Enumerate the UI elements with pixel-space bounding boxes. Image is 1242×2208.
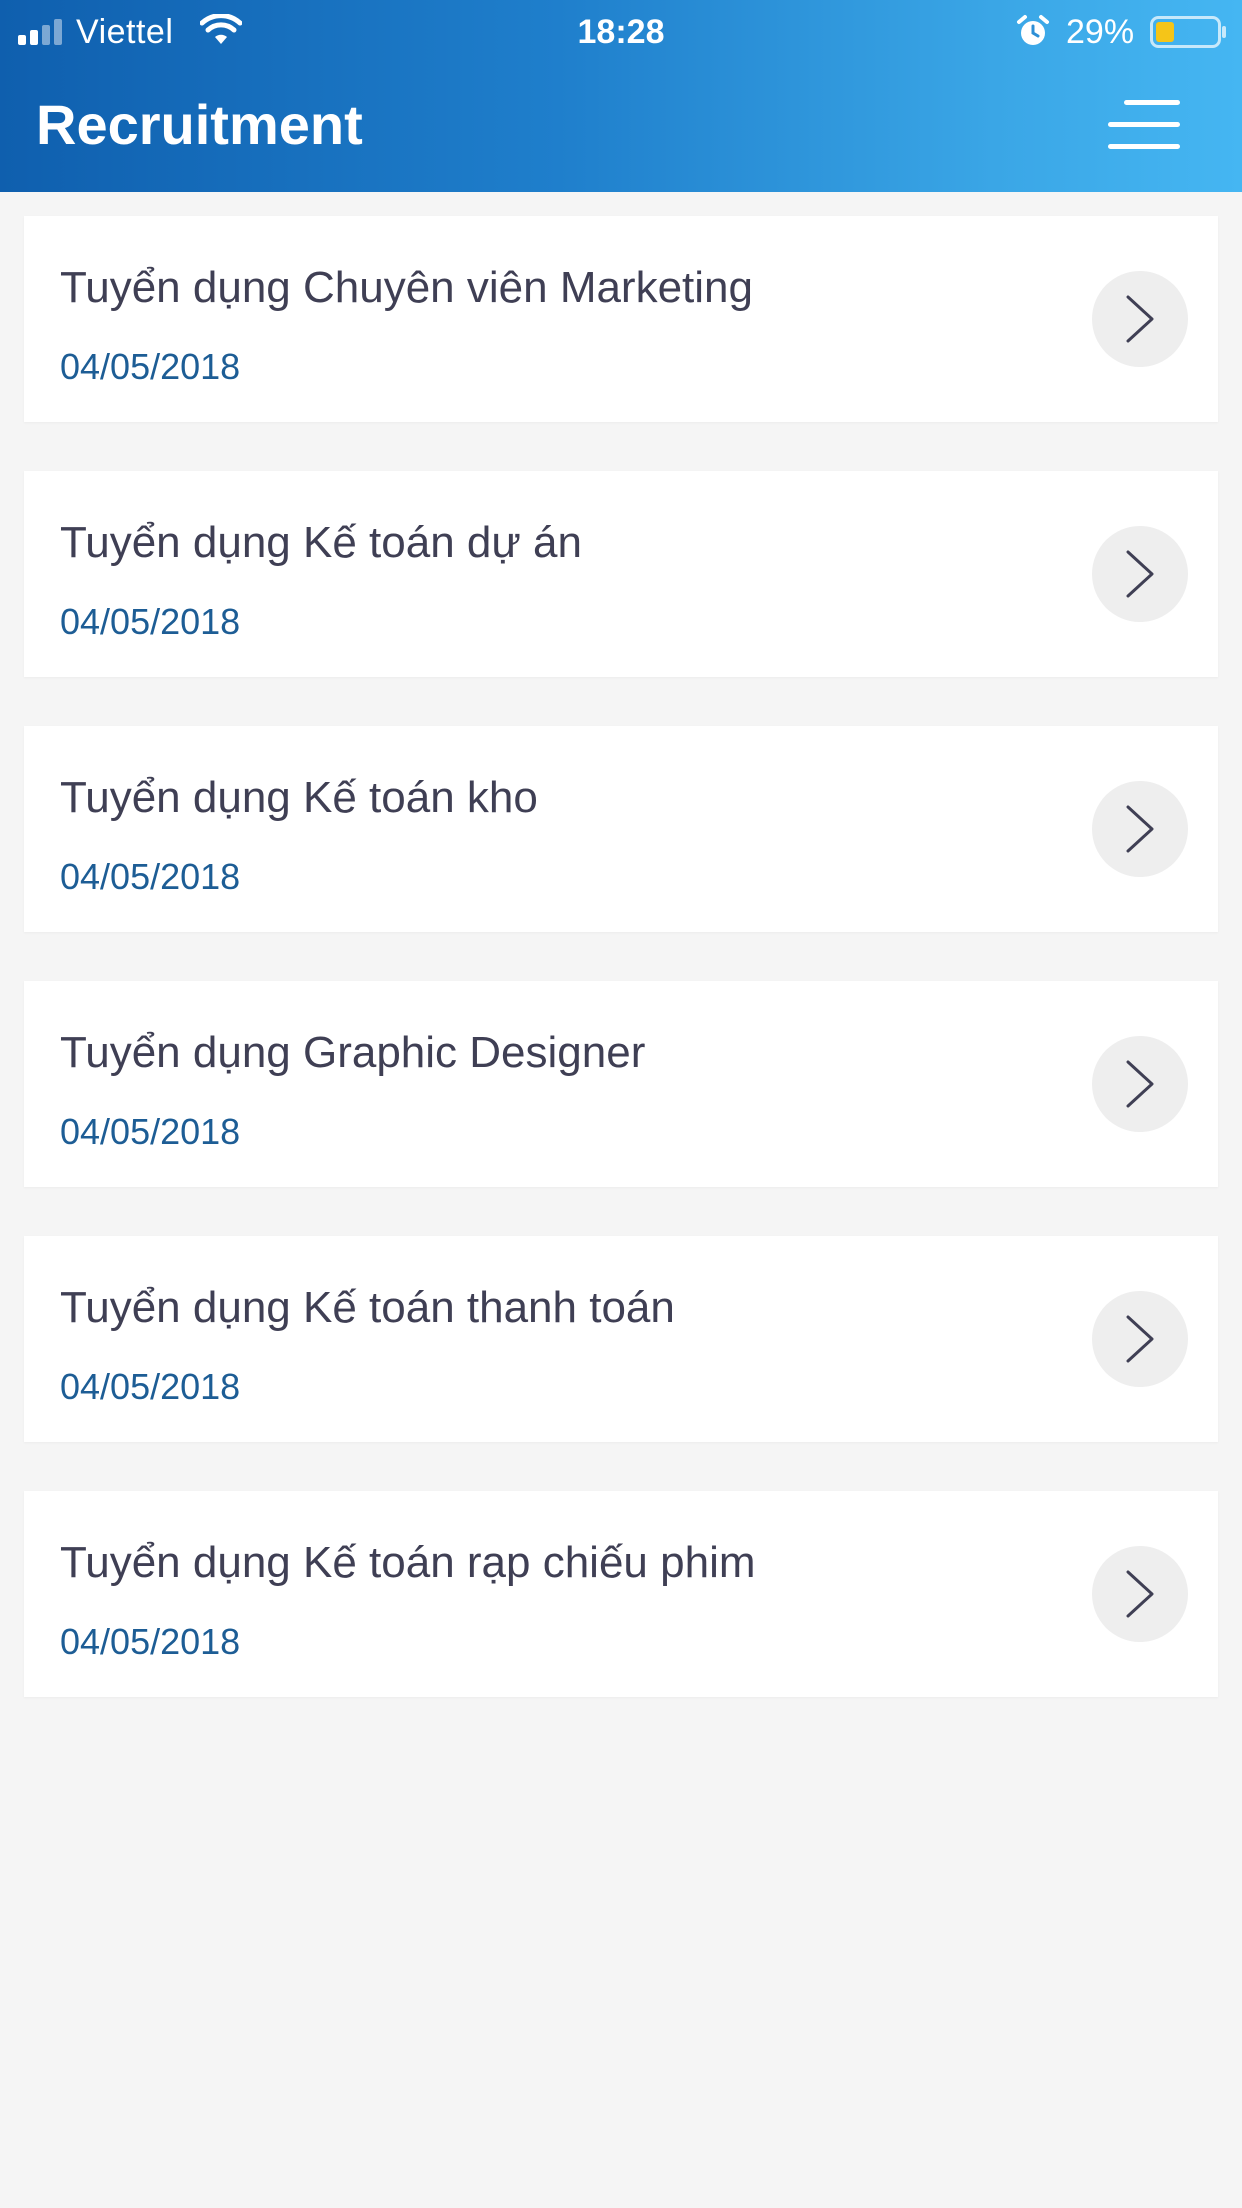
- open-job-button[interactable]: [1092, 781, 1188, 877]
- job-date: 04/05/2018: [60, 1621, 241, 1662]
- open-job-button[interactable]: [1092, 1546, 1188, 1642]
- hamburger-menu-icon[interactable]: [1104, 96, 1184, 156]
- chevron-right-icon: [1126, 1570, 1154, 1618]
- battery-icon: [1150, 16, 1226, 48]
- job-title: Tuyển dụng Chuyên viên Marketing: [60, 263, 753, 312]
- menu-line: [1108, 122, 1180, 127]
- job-date: 04/05/2018: [60, 1366, 241, 1407]
- chevron-right-icon: [1126, 1315, 1154, 1363]
- menu-line: [1108, 144, 1180, 149]
- job-list-item[interactable]: Tuyển dụng Kế toán kho 04/05/2018: [24, 726, 1218, 932]
- job-date: 04/05/2018: [60, 856, 241, 897]
- job-title: Tuyển dụng Kế toán rạp chiếu phim: [60, 1538, 756, 1587]
- job-list-item[interactable]: Tuyển dụng Graphic Designer 04/05/2018: [24, 981, 1218, 1187]
- open-job-button[interactable]: [1092, 271, 1188, 367]
- page-title: Recruitment: [36, 93, 363, 156]
- job-title: Tuyển dụng Kế toán dự án: [60, 518, 582, 567]
- battery-percentage: 29%: [1066, 13, 1135, 51]
- menu-line: [1124, 100, 1180, 105]
- job-date: 04/05/2018: [60, 1111, 241, 1152]
- open-job-button[interactable]: [1092, 526, 1188, 622]
- open-job-button[interactable]: [1092, 1291, 1188, 1387]
- job-list-item[interactable]: Tuyển dụng Kế toán rạp chiếu phim 04/05/…: [24, 1491, 1218, 1697]
- job-title: Tuyển dụng Graphic Designer: [60, 1028, 646, 1077]
- job-list: Tuyển dụng Chuyên viên Marketing 04/05/2…: [24, 216, 1218, 1746]
- status-time: 18:28: [577, 13, 665, 51]
- open-job-button[interactable]: [1092, 1036, 1188, 1132]
- status-bar: Viettel 18:28 29%: [0, 0, 1242, 62]
- chevron-right-icon: [1126, 550, 1154, 598]
- chevron-right-icon: [1126, 1060, 1154, 1108]
- job-list-item[interactable]: Tuyển dụng Chuyên viên Marketing 04/05/2…: [24, 216, 1218, 422]
- job-list-item[interactable]: Tuyển dụng Kế toán thanh toán 04/05/2018: [24, 1236, 1218, 1442]
- alarm-clock-icon: [1017, 15, 1049, 45]
- job-date: 04/05/2018: [60, 601, 241, 642]
- chevron-right-icon: [1126, 805, 1154, 853]
- job-title: Tuyển dụng Kế toán thanh toán: [60, 1283, 675, 1332]
- job-date: 04/05/2018: [60, 346, 241, 387]
- job-list-item[interactable]: Tuyển dụng Kế toán dự án 04/05/2018: [24, 471, 1218, 677]
- job-title: Tuyển dụng Kế toán kho: [60, 773, 538, 822]
- app-header: Viettel 18:28 29% Recruitment: [0, 0, 1242, 192]
- chevron-right-icon: [1126, 295, 1154, 343]
